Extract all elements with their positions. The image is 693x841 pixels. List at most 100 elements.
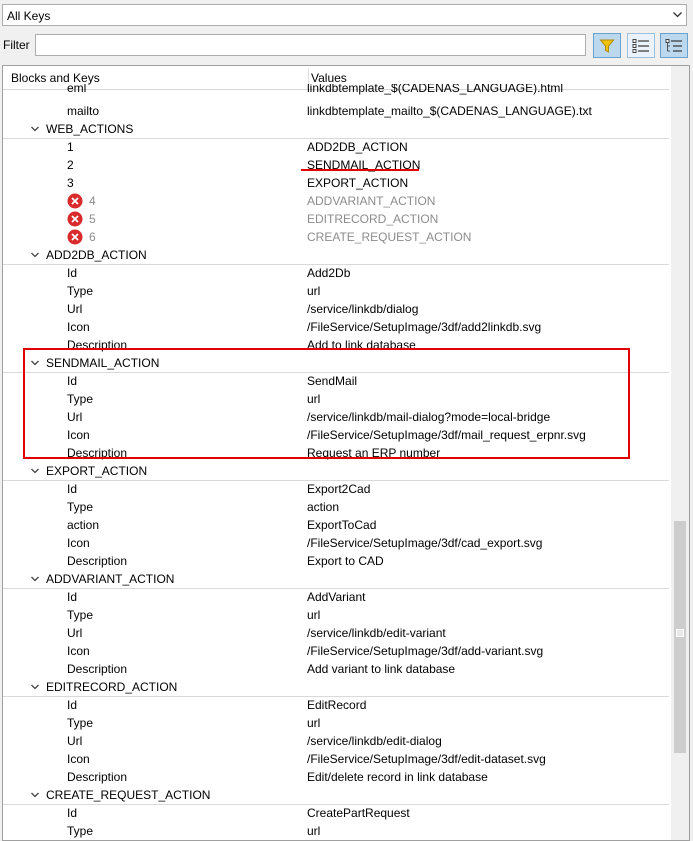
tree-key-row[interactable]: Type url: [3, 822, 669, 840]
tree-key-row[interactable]: Url/service/linkdb/edit-variant: [3, 624, 669, 642]
tree-key-row[interactable]: 6 CREATE_REQUEST_ACTION: [3, 228, 669, 246]
error-icon: [67, 211, 83, 227]
tree-key-row[interactable]: Icon/FileService/SetupImage/3df/add-vari…: [3, 642, 669, 660]
key-name: Icon: [67, 320, 90, 334]
key-name: Icon: [67, 752, 90, 766]
key-name: Type: [67, 500, 94, 514]
tree-key-row[interactable]: Icon/FileService/SetupImage/3df/add2link…: [3, 318, 669, 336]
key-value: AddVariant: [307, 590, 366, 604]
tree-key-row[interactable]: Id AddVariant: [3, 588, 669, 606]
block-name: WEB_ACTIONS: [46, 122, 134, 136]
tree-group-row[interactable]: ADD2DB_ACTION: [3, 246, 669, 265]
key-name: Type: [67, 824, 94, 838]
tree-key-row[interactable]: 1 ADD2DB_ACTION: [3, 138, 669, 156]
tree-group-row[interactable]: EDITRECORD_ACTION: [3, 678, 669, 697]
tree-group-row[interactable]: EXPORT_ACTION: [3, 462, 669, 481]
tree-key-row[interactable]: Type url: [3, 606, 669, 624]
key-name: Description: [67, 770, 128, 784]
tree-key-row[interactable]: Id CreatePartRequest: [3, 804, 669, 822]
filter-input[interactable]: [35, 34, 586, 56]
block-name: ADD2DB_ACTION: [46, 248, 147, 262]
chevron-down-icon[interactable]: [668, 5, 686, 25]
expand-chevron-icon[interactable]: [30, 250, 40, 260]
list-view-button[interactable]: [627, 33, 655, 58]
key-value: EDITRECORD_ACTION: [307, 212, 439, 226]
key-value: linkdbtemplate_mailto_$(CADENAS_LANGUAGE…: [307, 104, 592, 118]
key-name: Url: [67, 734, 83, 748]
tree-key-row[interactable]: Description Edit/delete record in link da…: [3, 768, 669, 786]
tree-key-row[interactable]: action ExportToCad: [3, 516, 669, 534]
block-name: CREATE_REQUEST_ACTION: [46, 788, 211, 802]
vertical-scrollbar[interactable]: [671, 66, 689, 840]
tree-key-row[interactable]: Type action: [3, 498, 669, 516]
key-value: ADDVARIANT_ACTION: [307, 194, 436, 208]
tree-key-row[interactable]: Url/service/linkdb/dialog: [3, 300, 669, 318]
tree-key-row[interactable]: Type url: [3, 282, 669, 300]
key-value: Export to CAD: [307, 554, 384, 568]
key-value: /FileService/SetupImage/3df/add2linkdb.s…: [307, 320, 542, 334]
key-value: CreatePartRequest: [307, 806, 410, 820]
tree-key-row[interactable]: 2 SENDMAIL_ACTION: [3, 156, 669, 174]
filter-label: Filter: [3, 38, 30, 52]
tree-key-row[interactable]: 4 ADDVARIANT_ACTION: [3, 192, 669, 210]
key-value: ADD2DB_ACTION: [307, 140, 408, 154]
column-header-keys[interactable]: Blocks and Keys: [11, 71, 100, 85]
keyset-dropdown-value: All Keys: [7, 9, 51, 23]
tree-key-row[interactable]: Description Export to CAD: [3, 552, 669, 570]
tree-key-row[interactable]: Type url: [3, 714, 669, 732]
expand-chevron-icon[interactable]: [30, 682, 40, 692]
expand-chevron-icon[interactable]: [30, 466, 40, 476]
expand-chevron-icon[interactable]: [30, 124, 40, 134]
tree-key-row[interactable]: Icon/FileService/SetupImage/3df/edit-dat…: [3, 750, 669, 768]
error-icon: [67, 193, 83, 209]
tree-key-row[interactable]: 3 EXPORT_ACTION: [3, 174, 669, 192]
tree-key-row[interactable]: mailto linkdbtemplate_mailto_$(CADENAS_LA…: [3, 102, 669, 120]
tree-key-row[interactable]: Id EditRecord: [3, 696, 669, 714]
top-toolbar: All Keys Filter: [0, 0, 693, 64]
column-header-values[interactable]: Values: [311, 71, 347, 85]
key-value: url: [307, 608, 321, 622]
tree-key-row[interactable]: Id Export2Cad: [3, 480, 669, 498]
key-value: url: [307, 824, 321, 838]
tree-key-row[interactable]: Id Add2Db: [3, 264, 669, 282]
key-name: 6: [89, 230, 96, 244]
key-name: 4: [89, 194, 96, 208]
tree-key-row[interactable]: Description Add variant to link database: [3, 660, 669, 678]
tree-key-row[interactable]: Url/service/linkdb/edit-dialog: [3, 732, 669, 750]
key-value: /FileService/SetupImage/3df/add-variant.…: [307, 644, 544, 658]
tree-group-row[interactable]: ADDVARIANT_ACTION: [3, 570, 669, 589]
key-name: 2: [67, 158, 74, 172]
tree-key-row[interactable]: Icon/FileService/SetupImage/3df/cad_expo…: [3, 534, 669, 552]
tree-view-button[interactable]: [660, 33, 688, 58]
key-name: 3: [67, 176, 74, 190]
tree-group-row[interactable]: WEB_ACTIONS: [3, 120, 669, 139]
key-value: /service/linkdb/dialog: [307, 302, 419, 316]
list-view-icon: [632, 38, 649, 53]
key-name: Url: [67, 302, 83, 316]
key-name: Url: [67, 626, 83, 640]
tree-view-icon: [665, 38, 682, 52]
scrollbar-grip-icon: [676, 629, 684, 637]
key-name: Type: [67, 608, 94, 622]
tree-key-row[interactable]: 5 EDITRECORD_ACTION: [3, 210, 669, 228]
block-name: EDITRECORD_ACTION: [46, 680, 178, 694]
key-name: Icon: [67, 644, 90, 658]
key-name: action: [67, 518, 100, 532]
block-name: EXPORT_ACTION: [46, 464, 148, 478]
key-name: Id: [67, 806, 78, 820]
scrollbar-thumb[interactable]: [674, 521, 686, 753]
expand-chevron-icon[interactable]: [30, 790, 40, 800]
keys-tree-view[interactable]: Blocks and Keys Values eml linkdbtemplate…: [2, 65, 690, 841]
filter-funnel-icon: [599, 39, 615, 53]
key-value: url: [307, 284, 321, 298]
keyset-dropdown[interactable]: All Keys: [2, 4, 687, 26]
annotation-underline: [301, 169, 419, 171]
filter-funnel-button[interactable]: [593, 33, 621, 58]
key-value: Add variant to link database: [307, 662, 456, 676]
key-name: Id: [67, 266, 78, 280]
key-name: Type: [67, 284, 94, 298]
annotation-highlight-box: [23, 348, 630, 459]
expand-chevron-icon[interactable]: [30, 574, 40, 584]
tree-group-row[interactable]: CREATE_REQUEST_ACTION: [3, 786, 669, 805]
key-name: 1: [67, 140, 74, 154]
